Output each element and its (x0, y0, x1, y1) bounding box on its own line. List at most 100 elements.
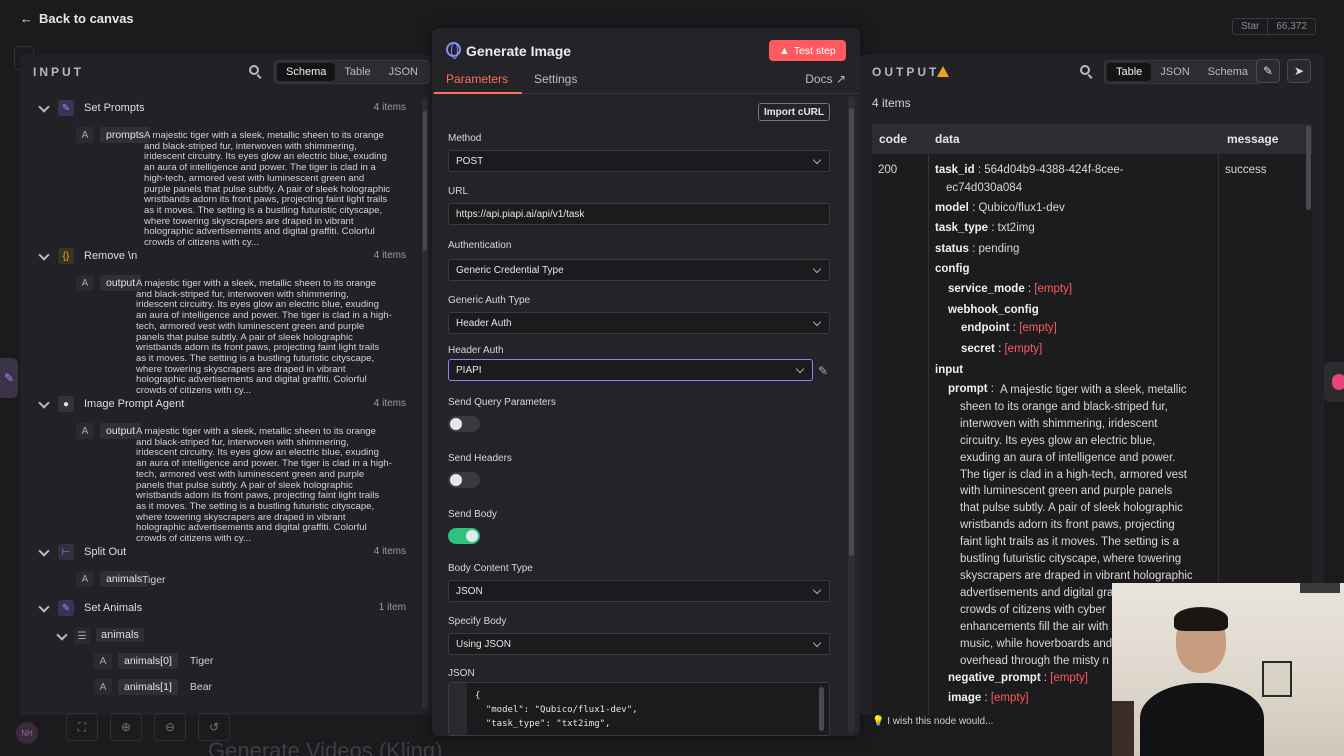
github-star-button[interactable]: Star 66,372 (1232, 18, 1316, 35)
modal-scroll-thumb[interactable] (849, 108, 854, 556)
node-remove-newline[interactable]: {} Remove \n 4 items (20, 248, 412, 268)
input-scroll-thumb[interactable] (423, 111, 427, 251)
field-animals-1[interactable]: A animals[1] Bear (94, 679, 212, 695)
method-value: POST (456, 156, 484, 167)
presenter-hair (1174, 607, 1228, 631)
search-icon[interactable] (249, 65, 263, 79)
node-image-prompt-agent[interactable]: ● Image Prompt Agent 4 items (20, 396, 412, 416)
input-tab-json[interactable]: JSON (380, 63, 427, 81)
split-icon: ⊢ (58, 544, 74, 560)
canvas-toolbar: ⛶ ⊕ ⊖ ↺ (66, 713, 230, 741)
search-icon[interactable] (1080, 65, 1094, 79)
node-split-out[interactable]: ⊢ Split Out 4 items (20, 544, 412, 564)
field-output[interactable]: A output (76, 423, 142, 439)
specify-body-label: Specify Body (448, 616, 507, 627)
desk-item (1112, 701, 1134, 756)
url-label: URL (448, 186, 469, 197)
body-type-value: JSON (456, 586, 483, 597)
kv-image: image : [empty] (948, 692, 1029, 704)
edit-credential-icon[interactable]: ✎ (818, 364, 828, 378)
back-label: Back to canvas (39, 11, 134, 26)
json-scrollbar[interactable] (819, 687, 824, 731)
edit-output-button[interactable]: ✎ (1256, 59, 1280, 83)
input-panel: INPUT Schema Table JSON ✎ Set Prompts 4 … (20, 55, 432, 715)
test-step-label: Test step (793, 44, 836, 57)
right-drag-handle[interactable] (1324, 362, 1344, 402)
json-line: "model": "Qubico/flux1-dev", (475, 705, 638, 715)
node-count: 1 item (378, 602, 406, 613)
auth-select[interactable]: Generic Credential Type (448, 259, 830, 281)
avatar[interactable]: NH (16, 722, 38, 744)
chevron-down-icon (38, 397, 50, 409)
field-key: animals[0] (118, 653, 178, 669)
output-title: OUTPUT (872, 65, 940, 79)
field-key: prompts (100, 127, 150, 143)
input-view-switch: Schema Table JSON (274, 60, 430, 84)
node-name: Set Animals (84, 602, 143, 614)
header-auth-value: PIAPI (456, 365, 482, 376)
pin-data-button[interactable]: ➤ (1287, 59, 1311, 83)
generic-auth-select[interactable]: Header Auth (448, 312, 830, 334)
chevron-down-icon (38, 101, 50, 113)
output-tab-table[interactable]: Table (1107, 63, 1152, 81)
feedback-link[interactable]: 💡 I wish this node would... (872, 716, 993, 727)
picture-frame (1262, 661, 1292, 697)
send-headers-toggle[interactable] (448, 472, 480, 488)
node-count: 4 items (373, 398, 406, 409)
field-animals-list[interactable]: ☰ animals (20, 628, 412, 648)
json-label: JSON (448, 668, 475, 679)
background-node-title: Generate Videos (Kling) (208, 738, 443, 756)
node-name: Split Out (84, 546, 127, 558)
col-code: code (879, 132, 908, 146)
field-animals[interactable]: A animals (76, 571, 149, 587)
items-count: 4 items (872, 96, 911, 110)
specify-body-select[interactable]: Using JSON (448, 633, 830, 655)
external-link-icon: ↗ (835, 72, 846, 86)
node-set-animals[interactable]: ✎ Set Animals 1 item (20, 600, 412, 620)
docs-link[interactable]: Docs ↗ (805, 72, 846, 86)
field-value: A majestic tiger with a sleek, metallic … (144, 130, 391, 249)
test-step-button[interactable]: ▲ Test step (769, 40, 846, 61)
output-tab-schema[interactable]: Schema (1199, 63, 1257, 81)
back-to-canvas-button[interactable]: ← Back to canvas (20, 11, 134, 26)
zoom-out-icon[interactable]: ⊖ (154, 713, 186, 741)
send-body-label: Send Body (448, 509, 497, 520)
tab-settings[interactable]: Settings (534, 72, 577, 86)
field-animals-0[interactable]: A animals[0] Tiger (94, 653, 213, 669)
json-editor[interactable]: { "model": "Qubico/flux1-dev", "task_typ… (448, 682, 830, 736)
url-value: https://api.piapi.ai/api/v1/task (456, 209, 585, 220)
type-string-icon: A (76, 423, 94, 439)
node-set-prompts[interactable]: ✎ Set Prompts 4 items (20, 100, 412, 120)
node-name: Image Prompt Agent (84, 398, 185, 410)
zoom-in-icon[interactable]: ⊕ (110, 713, 142, 741)
col-data: data (935, 132, 960, 146)
field-prompts[interactable]: A prompts (76, 127, 150, 143)
input-tab-schema[interactable]: Schema (277, 63, 336, 81)
method-select[interactable]: POST (448, 150, 830, 172)
tab-parameters[interactable]: Parameters (446, 72, 508, 86)
output-scrollbar[interactable] (1306, 126, 1311, 210)
field-output[interactable]: A output (76, 275, 142, 291)
warning-icon (937, 66, 949, 77)
input-tab-table[interactable]: Table (335, 63, 379, 81)
header-auth-select[interactable]: PIAPI (448, 359, 813, 381)
node-name: Remove \n (84, 250, 138, 262)
send-query-toggle[interactable] (448, 416, 480, 432)
auth-value: Generic Credential Type (456, 265, 564, 276)
undo-icon[interactable]: ↺ (198, 713, 230, 741)
send-body-toggle[interactable] (448, 528, 480, 544)
lightbulb-icon: 💡 (872, 716, 885, 727)
field-value: Tiger (189, 655, 214, 667)
fit-view-icon[interactable]: ⛶ (66, 713, 98, 741)
send-headers-label: Send Headers (448, 453, 512, 464)
output-tab-json[interactable]: JSON (1151, 63, 1198, 81)
kv-task-id: task_id : 564d04b9-4388-424f-8cee- (935, 164, 1124, 176)
kv-task-id-cont: ec74d030a084 (946, 182, 1023, 194)
header-auth-label: Header Auth (448, 345, 504, 356)
kv-webhook-config: webhook_config (948, 304, 1039, 316)
pen-icon: ✎ (58, 100, 74, 116)
left-drag-handle[interactable]: ✎ (0, 358, 18, 398)
import-curl-button[interactable]: Import cURL (758, 103, 830, 121)
body-type-select[interactable]: JSON (448, 580, 830, 602)
url-input[interactable]: https://api.piapi.ai/api/v1/task (448, 203, 830, 225)
